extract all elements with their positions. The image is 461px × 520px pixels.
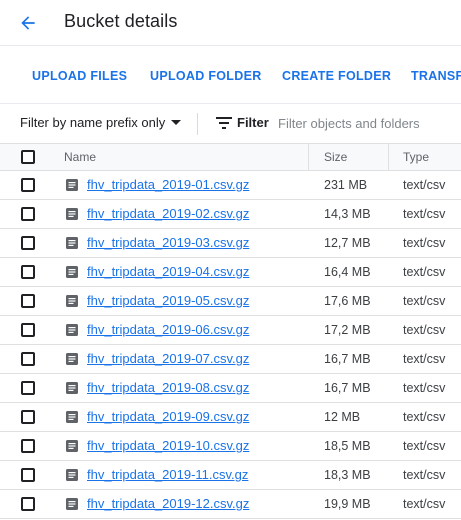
file-size: 16,4 MB [324, 265, 371, 279]
page-title: Bucket details [64, 11, 178, 31]
file-type: text/csv [403, 468, 446, 482]
upload-files-button[interactable]: UPLOAD FILES [32, 47, 127, 103]
file-size: 18,3 MB [324, 468, 371, 482]
create-folder-button[interactable]: CREATE FOLDER [282, 47, 391, 103]
column-header-type[interactable]: Type [403, 144, 429, 171]
file-size: 16,7 MB [324, 352, 371, 366]
table-header: Name Size Type [0, 143, 461, 171]
upload-folder-button[interactable]: UPLOAD FOLDER [150, 47, 262, 103]
column-header-size[interactable]: Size [324, 144, 347, 171]
row-checkbox[interactable] [21, 265, 35, 279]
filter-input[interactable] [278, 112, 458, 134]
table-row: fhv_tripdata_2019-02.csv.gz 14,3 MB text… [0, 200, 461, 229]
row-checkbox[interactable] [21, 497, 35, 511]
table-row: fhv_tripdata_2019-09.csv.gz 12 MB text/c… [0, 403, 461, 432]
row-checkbox[interactable] [21, 207, 35, 221]
file-name-link[interactable]: fhv_tripdata_2019-05.csv.gz [87, 287, 249, 315]
file-type: text/csv [403, 265, 446, 279]
row-checkbox[interactable] [21, 294, 35, 308]
file-name-link[interactable]: fhv_tripdata_2019-04.csv.gz [87, 258, 249, 286]
file-type: text/csv [403, 381, 446, 395]
file-icon [66, 179, 78, 191]
file-size: 17,6 MB [324, 294, 371, 308]
file-type: text/csv [403, 294, 446, 308]
page-header: Bucket details [0, 0, 461, 46]
file-size: 19,9 MB [324, 497, 371, 511]
file-name-link[interactable]: fhv_tripdata_2019-11.csv.gz [87, 461, 248, 489]
file-name-link[interactable]: fhv_tripdata_2019-02.csv.gz [87, 200, 249, 228]
file-name-link[interactable]: fhv_tripdata_2019-08.csv.gz [87, 374, 249, 402]
file-icon [66, 498, 78, 510]
file-name-link[interactable]: fhv_tripdata_2019-01.csv.gz [87, 171, 249, 199]
file-icon [66, 440, 78, 452]
file-size: 12,7 MB [324, 236, 371, 250]
table-row: fhv_tripdata_2019-12.csv.gz 19,9 MB text… [0, 490, 461, 519]
file-icon [66, 353, 78, 365]
select-all-checkbox[interactable] [21, 150, 35, 164]
table-row: fhv_tripdata_2019-10.csv.gz 18,5 MB text… [0, 432, 461, 461]
file-icon [66, 237, 78, 249]
transfer-button[interactable]: TRANSF [411, 47, 461, 103]
filter-bar: Filter by name prefix only Filter [0, 103, 461, 143]
table-row: fhv_tripdata_2019-08.csv.gz 16,7 MB text… [0, 374, 461, 403]
row-checkbox[interactable] [21, 352, 35, 366]
column-header-name[interactable]: Name [64, 144, 96, 171]
file-size: 231 MB [324, 178, 368, 192]
file-name-link[interactable]: fhv_tripdata_2019-09.csv.gz [87, 403, 249, 431]
filter-list-icon [216, 117, 232, 129]
table-body: fhv_tripdata_2019-01.csv.gz 231 MB text/… [0, 171, 461, 519]
table-row: fhv_tripdata_2019-01.csv.gz 231 MB text/… [0, 171, 461, 200]
file-size: 16,7 MB [324, 381, 371, 395]
file-name-link[interactable]: fhv_tripdata_2019-07.csv.gz [87, 345, 249, 373]
file-type: text/csv [403, 236, 446, 250]
back-button[interactable] [14, 9, 42, 37]
file-size: 14,3 MB [324, 207, 371, 221]
table-row: fhv_tripdata_2019-11.csv.gz 18,3 MB text… [0, 461, 461, 490]
table-row: fhv_tripdata_2019-03.csv.gz 12,7 MB text… [0, 229, 461, 258]
file-type: text/csv [403, 497, 446, 511]
column-divider [308, 144, 309, 171]
row-checkbox[interactable] [21, 439, 35, 453]
filter-mode-label: Filter by name prefix only [20, 115, 166, 130]
row-checkbox[interactable] [21, 410, 35, 424]
file-type: text/csv [403, 352, 446, 366]
filter-divider [197, 113, 198, 135]
filter-label: Filter [237, 115, 269, 130]
file-type: text/csv [403, 439, 446, 453]
arrow-back-icon[interactable] [18, 13, 38, 33]
file-type: text/csv [403, 323, 446, 337]
file-name-link[interactable]: fhv_tripdata_2019-06.csv.gz [87, 316, 249, 344]
file-type: text/csv [403, 410, 446, 424]
file-icon [66, 469, 78, 481]
objects-table: Name Size Type fhv_tripdata_2019-01.csv.… [0, 143, 461, 519]
file-type: text/csv [403, 207, 446, 221]
file-type: text/csv [403, 178, 446, 192]
action-toolbar: UPLOAD FILES UPLOAD FOLDER CREATE FOLDER… [0, 47, 461, 103]
filter-mode-dropdown[interactable]: Filter by name prefix only [20, 104, 182, 142]
file-icon [66, 295, 78, 307]
file-name-link[interactable]: fhv_tripdata_2019-12.csv.gz [87, 490, 249, 518]
file-size: 17,2 MB [324, 323, 371, 337]
table-row: fhv_tripdata_2019-06.csv.gz 17,2 MB text… [0, 316, 461, 345]
file-icon [66, 411, 78, 423]
file-icon [66, 208, 78, 220]
row-checkbox[interactable] [21, 178, 35, 192]
file-name-link[interactable]: fhv_tripdata_2019-10.csv.gz [87, 432, 249, 460]
table-row: fhv_tripdata_2019-07.csv.gz 16,7 MB text… [0, 345, 461, 374]
file-size: 12 MB [324, 410, 361, 424]
file-name-link[interactable]: fhv_tripdata_2019-03.csv.gz [87, 229, 249, 257]
file-icon [66, 382, 78, 394]
file-icon [66, 324, 78, 336]
table-row: fhv_tripdata_2019-05.csv.gz 17,6 MB text… [0, 287, 461, 316]
row-checkbox[interactable] [21, 323, 35, 337]
file-size: 18,5 MB [324, 439, 371, 453]
file-icon [66, 266, 78, 278]
table-row: fhv_tripdata_2019-04.csv.gz 16,4 MB text… [0, 258, 461, 287]
dropdown-caret-icon [171, 120, 182, 125]
column-divider [388, 144, 389, 171]
row-checkbox[interactable] [21, 468, 35, 482]
row-checkbox[interactable] [21, 381, 35, 395]
row-checkbox[interactable] [21, 236, 35, 250]
